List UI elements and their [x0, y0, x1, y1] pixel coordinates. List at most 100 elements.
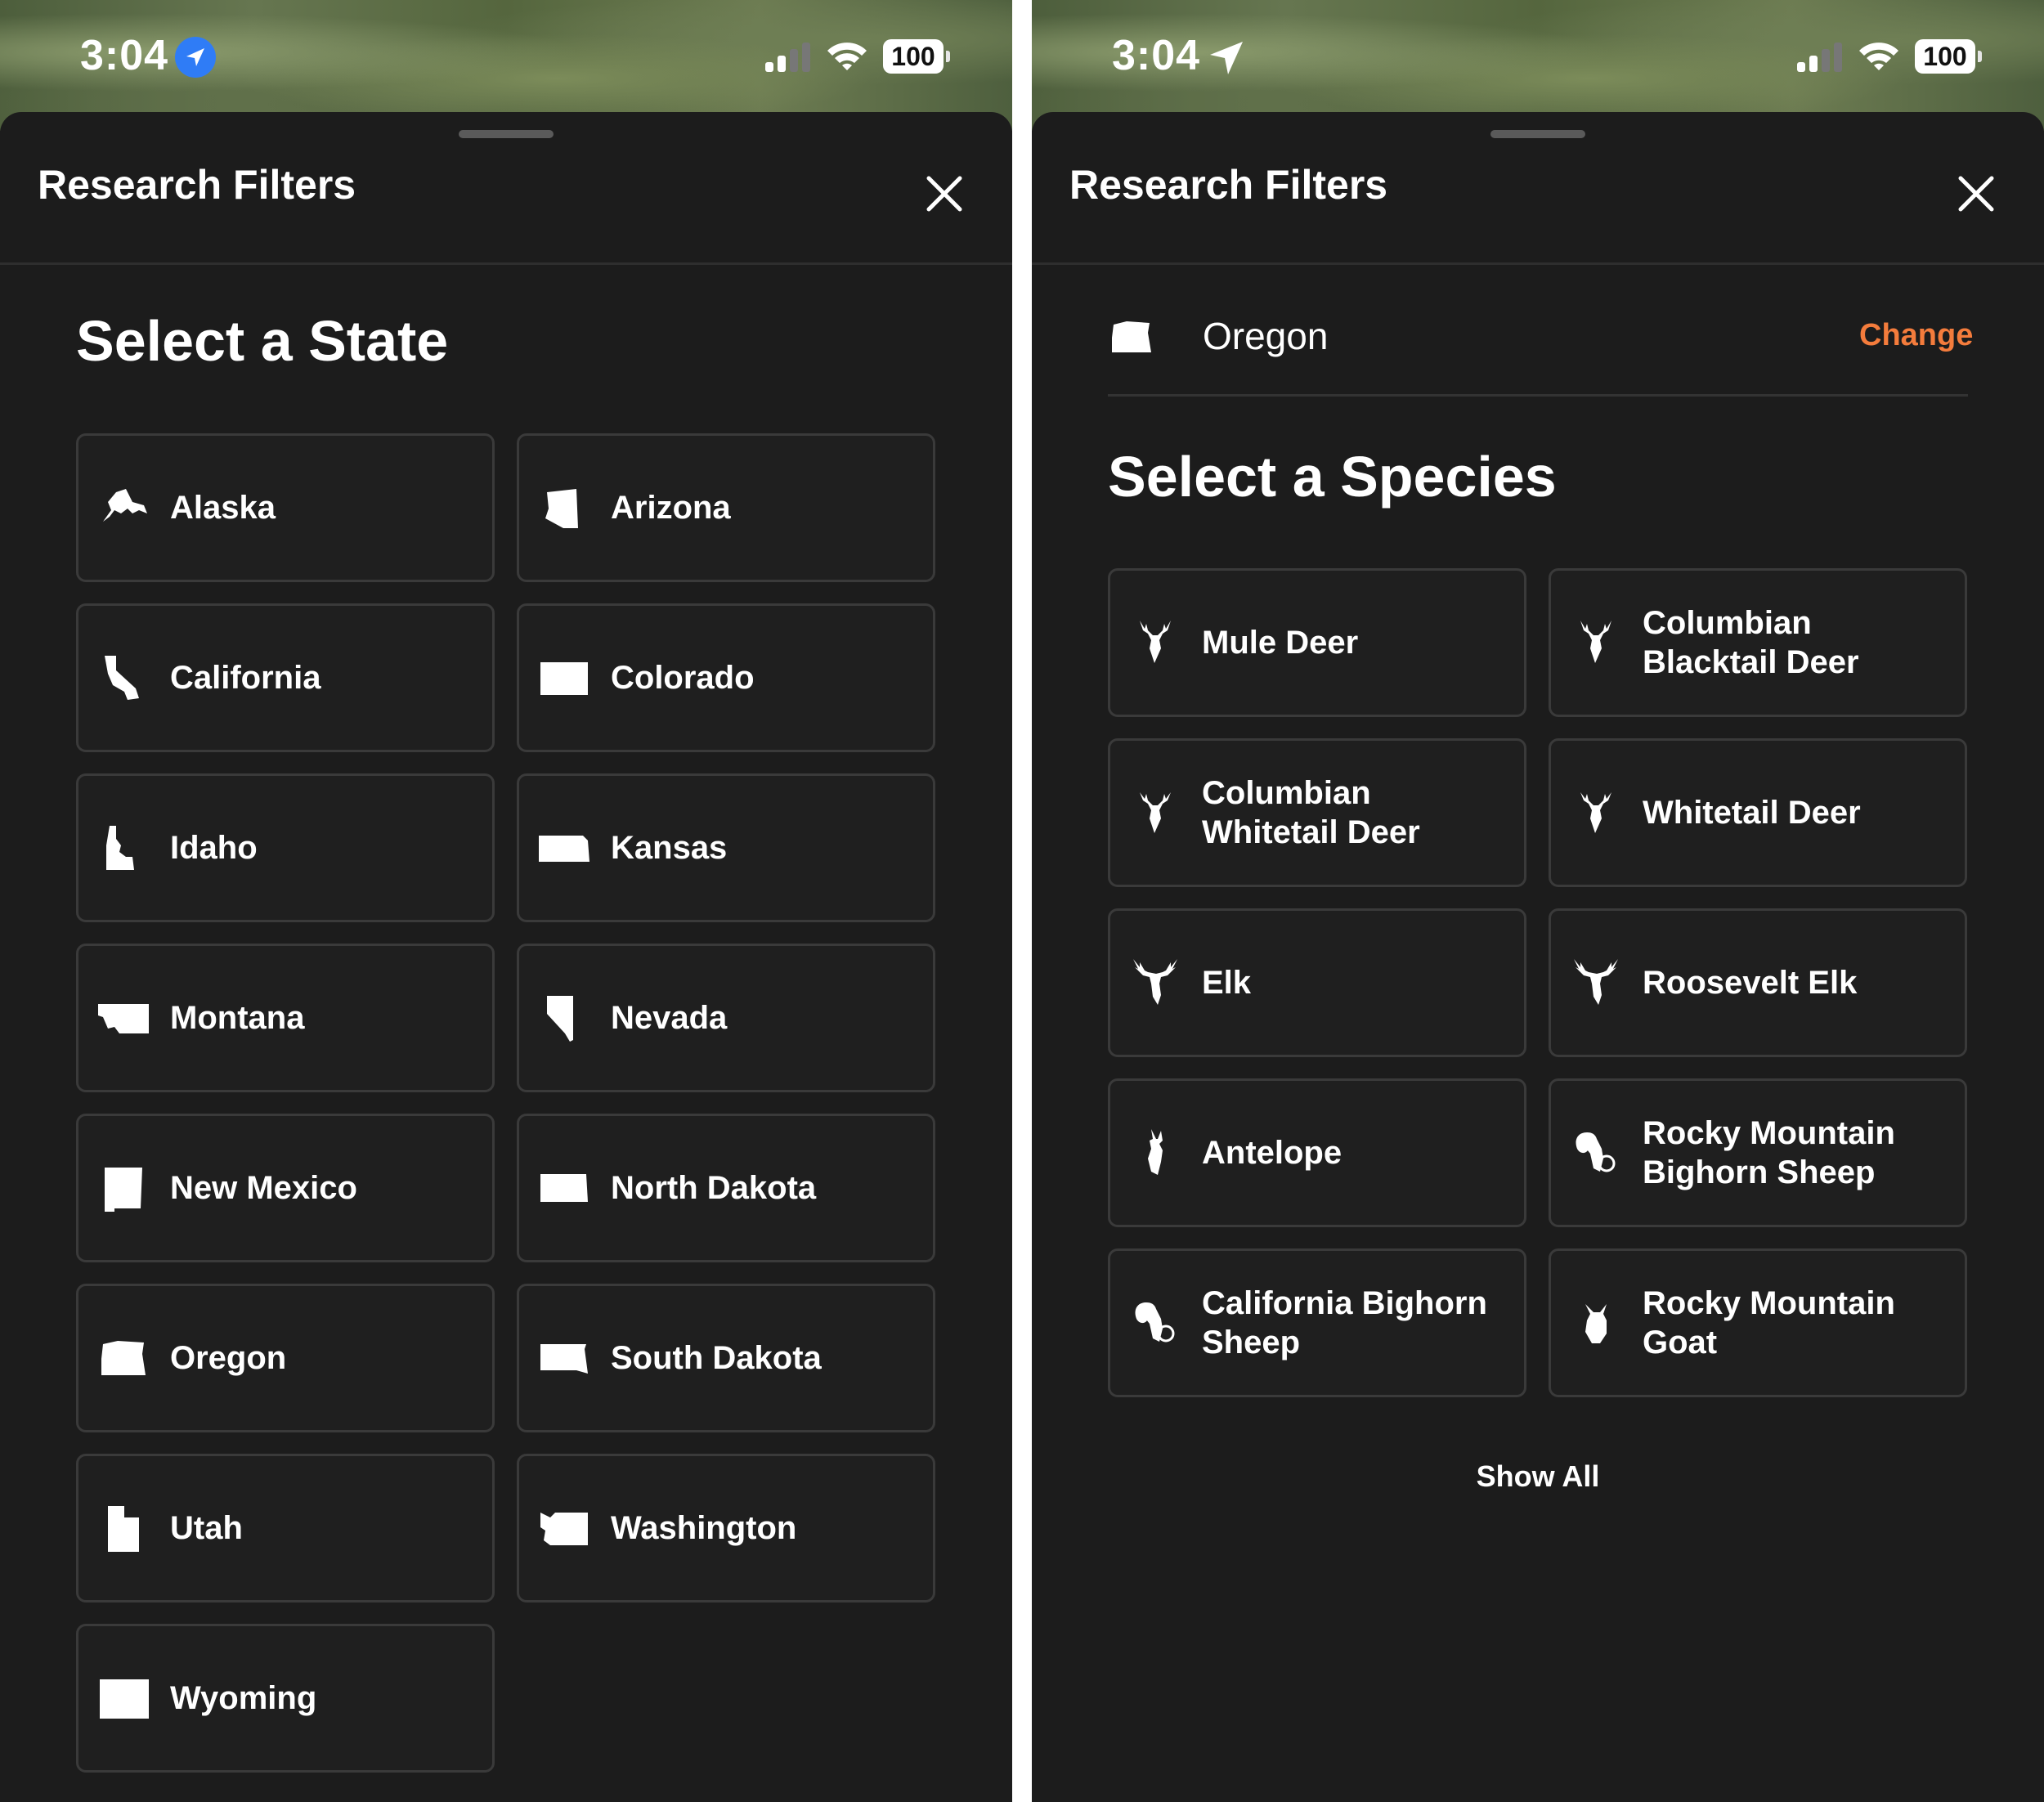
species-tile-rocky-mountain-goat[interactable]: Rocky Mountain Goat	[1549, 1248, 1967, 1397]
species-label: Elk	[1202, 965, 1252, 1001]
sheet-grabber[interactable]	[1490, 130, 1585, 138]
header-divider	[1032, 262, 2044, 265]
state-tile-california[interactable]: California	[76, 603, 495, 752]
oregon-icon	[1109, 316, 1154, 357]
bighorn-sheep-icon	[1569, 1126, 1623, 1180]
deer-icon	[1569, 616, 1623, 670]
colorado-icon	[537, 651, 591, 705]
battery-indicator: 100	[1915, 39, 1982, 74]
species-tile-california-bighorn-sheep[interactable]: California Bighorn Sheep	[1108, 1248, 1526, 1397]
state-tile-arizona[interactable]: Arizona	[517, 433, 935, 582]
elk-icon	[1569, 956, 1623, 1010]
state-tile-south-dakota[interactable]: South Dakota	[517, 1284, 935, 1432]
status-time: 3:04	[80, 32, 169, 79]
species-label: Roosevelt Elk	[1643, 965, 1858, 1001]
state-label: Utah	[170, 1510, 243, 1546]
state-label: Kansas	[611, 830, 728, 866]
state-label: California	[170, 660, 321, 696]
montana-icon	[96, 991, 150, 1045]
species-label: Antelope	[1202, 1135, 1342, 1171]
state-tile-colorado[interactable]: Colorado	[517, 603, 935, 752]
species-tile-roosevelt-elk[interactable]: Roosevelt Elk	[1549, 908, 1967, 1057]
sheet-title: Research Filters	[1069, 162, 1388, 208]
species-label: Rocky Mountain Bighorn Sheep	[1643, 1115, 1895, 1190]
california-icon	[96, 651, 150, 705]
new-mexico-icon	[96, 1161, 150, 1215]
mountain-goat-icon	[1569, 1296, 1623, 1350]
status-time: 3:04	[1112, 32, 1201, 79]
species-tile-whitetail-deer[interactable]: Whitetail Deer	[1549, 738, 1967, 887]
deer-icon	[1128, 786, 1182, 840]
select-state-heading: Select a State	[76, 309, 449, 373]
state-label: Wyoming	[170, 1680, 317, 1716]
location-arrow-icon	[1207, 37, 1248, 78]
state-selection-screen: 3:04 100 Research Filters Select a State	[0, 0, 1012, 1802]
species-selection-screen: 3:04 100 Research Filters Oregon Change	[1032, 0, 2044, 1802]
species-label: Rocky Mountain Goat	[1643, 1285, 1895, 1360]
south-dakota-icon	[537, 1331, 591, 1385]
alaska-icon	[96, 481, 150, 535]
species-tile-antelope[interactable]: Antelope	[1108, 1078, 1526, 1227]
state-tile-north-dakota[interactable]: North Dakota	[517, 1114, 935, 1262]
state-tile-kansas[interactable]: Kansas	[517, 773, 935, 922]
deer-icon	[1128, 616, 1182, 670]
wyoming-icon	[96, 1671, 150, 1725]
show-all-label: Show All	[1476, 1459, 1600, 1493]
header-divider	[0, 262, 1012, 265]
bighorn-sheep-icon	[1128, 1296, 1182, 1350]
state-label: South Dakota	[611, 1340, 822, 1376]
state-label: Montana	[170, 1000, 305, 1036]
state-tile-montana[interactable]: Montana	[76, 944, 495, 1092]
kansas-icon	[537, 821, 591, 875]
state-tile-washington[interactable]: Washington	[517, 1454, 935, 1603]
state-tile-idaho[interactable]: Idaho	[76, 773, 495, 922]
cellular-signal-icon	[1797, 41, 1846, 72]
state-tile-new-mexico[interactable]: New Mexico	[76, 1114, 495, 1262]
selected-state-divider	[1108, 394, 1968, 397]
species-label: California Bighorn Sheep	[1202, 1285, 1487, 1360]
state-tile-oregon[interactable]: Oregon	[76, 1284, 495, 1432]
state-tile-utah[interactable]: Utah	[76, 1454, 495, 1603]
utah-icon	[96, 1501, 150, 1555]
state-label: New Mexico	[170, 1170, 357, 1206]
state-label: Washington	[611, 1510, 797, 1546]
species-tile-mule-deer[interactable]: Mule Deer	[1108, 568, 1526, 717]
selected-state-name: Oregon	[1203, 315, 1329, 357]
state-tile-alaska[interactable]: Alaska	[76, 433, 495, 582]
state-tile-nevada[interactable]: Nevada	[517, 944, 935, 1092]
close-icon[interactable]	[924, 173, 965, 214]
state-label: Colorado	[611, 660, 755, 696]
state-label: Oregon	[170, 1340, 287, 1376]
battery-indicator: 100	[883, 39, 950, 74]
cellular-signal-icon	[765, 41, 814, 72]
species-label: Columbian Whitetail Deer	[1202, 775, 1420, 850]
washington-icon	[537, 1501, 591, 1555]
elk-icon	[1128, 956, 1182, 1010]
idaho-icon	[96, 821, 150, 875]
species-tile-rocky-mountain-bighorn-sheep[interactable]: Rocky Mountain Bighorn Sheep	[1549, 1078, 1967, 1227]
species-label: Whitetail Deer	[1643, 795, 1861, 831]
state-label: Alaska	[170, 490, 276, 526]
sheet-title: Research Filters	[38, 162, 356, 208]
select-species-heading: Select a Species	[1108, 445, 1557, 509]
north-dakota-icon	[537, 1161, 591, 1215]
species-label: Columbian Blacktail Deer	[1643, 605, 1859, 680]
wifi-icon	[826, 39, 868, 72]
state-label: Nevada	[611, 1000, 728, 1036]
state-label: North Dakota	[611, 1170, 817, 1206]
show-all-button[interactable]: Show All	[1032, 1459, 2044, 1494]
deer-icon	[1569, 786, 1623, 840]
close-icon[interactable]	[1956, 173, 1997, 214]
species-tile-elk[interactable]: Elk	[1108, 908, 1526, 1057]
state-tile-wyoming[interactable]: Wyoming	[76, 1624, 495, 1773]
location-arrow-icon	[175, 37, 216, 78]
change-state-link[interactable]: Change	[1859, 318, 1973, 353]
species-tile-columbian-blacktail-deer[interactable]: Columbian Blacktail Deer	[1549, 568, 1967, 717]
species-label: Mule Deer	[1202, 625, 1359, 661]
wifi-icon	[1858, 39, 1900, 72]
status-bar: 3:04 100	[1032, 0, 2044, 114]
status-bar: 3:04 100	[0, 0, 1012, 114]
species-tile-columbian-whitetail-deer[interactable]: Columbian Whitetail Deer	[1108, 738, 1526, 887]
sheet-grabber[interactable]	[459, 130, 554, 138]
nevada-icon	[537, 991, 591, 1045]
